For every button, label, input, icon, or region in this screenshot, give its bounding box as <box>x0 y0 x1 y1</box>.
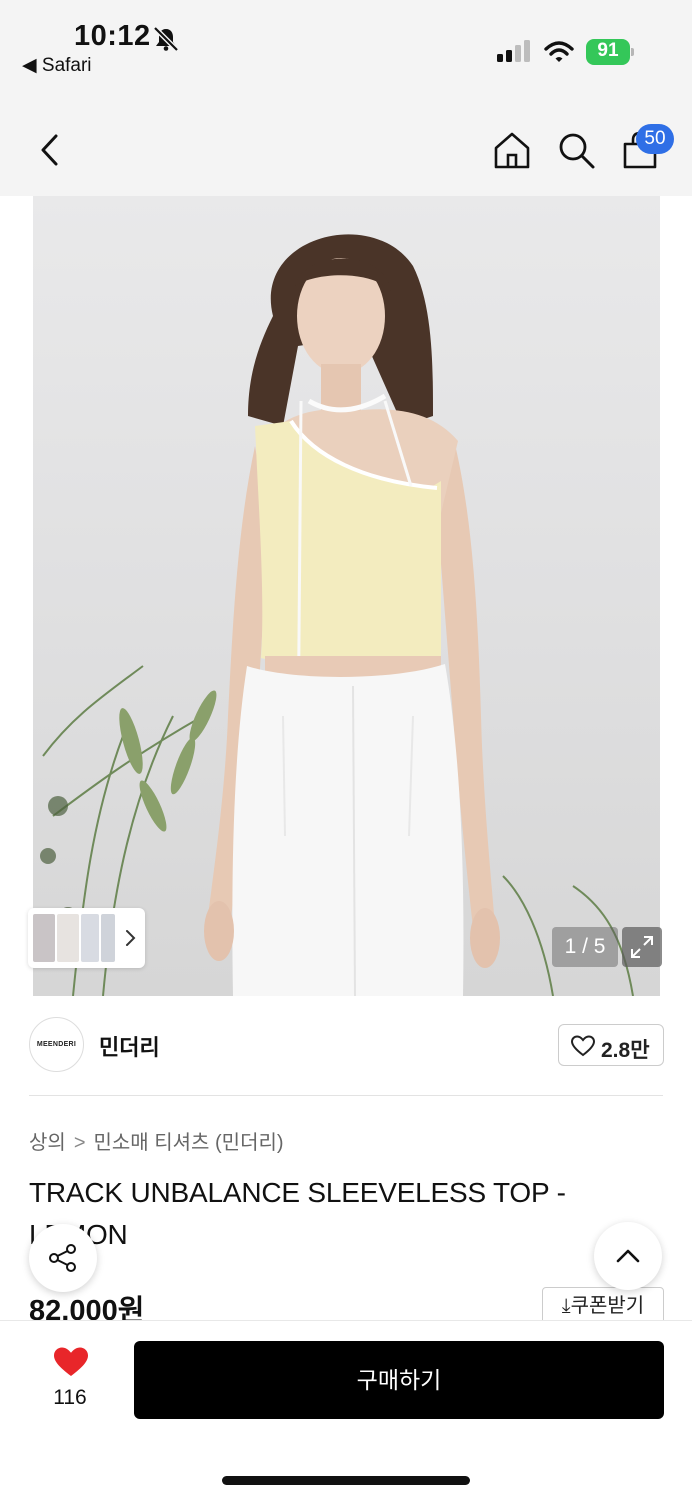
chevron-right-icon[interactable] <box>124 926 138 950</box>
download-icon: ⤓ <box>561 1295 571 1317</box>
cart-count-badge: 50 <box>636 124 674 154</box>
share-icon <box>49 1244 76 1272</box>
heart-outline-icon <box>571 1035 595 1057</box>
back-to-safari-link[interactable]: ◀ Safari <box>22 54 92 77</box>
thumbnail-2[interactable] <box>57 914 79 962</box>
brand-like-count: 2.8만 <box>601 1039 650 1062</box>
battery-percent: 91 <box>597 40 619 61</box>
thumbnail-4[interactable] <box>101 914 115 962</box>
status-time: 10:12 <box>74 20 151 52</box>
product-image[interactable] <box>33 196 660 996</box>
expand-icon[interactable] <box>622 927 662 967</box>
heart-filled-icon[interactable] <box>53 1346 89 1378</box>
brand-name[interactable]: 민더리 <box>99 1030 160 1062</box>
product-title: TRACK UNBALANCE SLEEVELESS TOP - LEMON <box>29 1177 566 1250</box>
status-bar: 10:12 ◀ Safari 91 <box>0 0 692 92</box>
thumbnail-3[interactable] <box>81 914 99 962</box>
section-divider <box>29 1095 663 1096</box>
top-navigation <box>0 92 692 196</box>
thumbnail-1[interactable] <box>33 914 55 962</box>
brand-logo[interactable]: MEENDERI <box>29 1017 84 1072</box>
breadcrumb: 상의 > 민소매 티셔츠 (민더리) <box>29 1126 284 1155</box>
back-arrow-icon[interactable] <box>34 130 64 170</box>
breadcrumb-subcategory[interactable]: 민소매 티셔츠 (민더리) <box>94 1132 284 1154</box>
home-indicator <box>222 1476 470 1485</box>
scroll-top-button[interactable] <box>594 1222 662 1290</box>
share-button[interactable] <box>29 1224 97 1292</box>
thumbnail-strip[interactable] <box>28 908 145 968</box>
image-counter: 1 / 5 <box>552 927 618 967</box>
chevron-up-icon <box>616 1249 640 1263</box>
coupon-label: 쿠폰받기 <box>570 1295 645 1317</box>
wifi-icon <box>544 41 574 62</box>
bell-muted-icon <box>153 26 179 52</box>
battery-nub <box>631 48 634 56</box>
home-icon[interactable] <box>492 130 532 170</box>
battery-icon: 91 <box>586 39 634 65</box>
wish-count: 116 <box>53 1386 87 1409</box>
chevron-right-icon: > <box>73 1132 86 1154</box>
search-icon[interactable] <box>556 130 596 170</box>
signal-icon <box>497 40 530 62</box>
brand-like-button[interactable]: 2.8만 <box>558 1024 664 1066</box>
buy-button[interactable]: 구매하기 <box>134 1341 664 1419</box>
model-photo-illustration <box>40 234 634 996</box>
breadcrumb-category[interactable]: 상의 <box>29 1132 66 1154</box>
